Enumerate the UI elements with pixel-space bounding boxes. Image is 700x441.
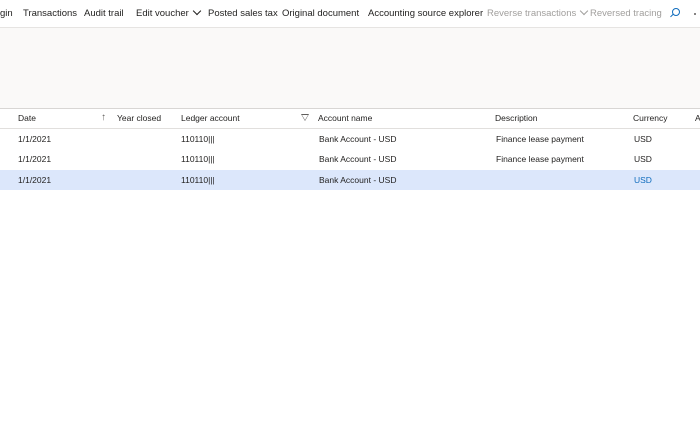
cell-currency: USD xyxy=(634,134,652,144)
cell-account-name: Bank Account - USD xyxy=(319,154,397,164)
cell-ledger-account[interactable]: 110110||| xyxy=(181,129,215,149)
cell-account-name: Bank Account - USD xyxy=(319,175,397,185)
column-header-description[interactable]: Description xyxy=(495,109,538,128)
action-pane: gin Transactions Audit trail Edit vouche… xyxy=(0,0,700,28)
column-header-truncated[interactable]: A xyxy=(695,109,700,128)
cell-ledger-account[interactable]: 110110||| xyxy=(181,149,215,169)
grid-header: Date ↑ Year closed Ledger account Accoun… xyxy=(0,109,700,129)
reverse-transactions-label: Reverse transactions xyxy=(487,8,577,19)
toolbar-item-reverse-transactions[interactable]: Reverse transactions xyxy=(487,0,589,27)
edit-voucher-label: Edit voucher xyxy=(136,8,189,19)
toolbar-item-original-document[interactable]: Original document xyxy=(282,0,359,27)
cell-description: Finance lease payment xyxy=(496,134,584,144)
column-header-date[interactable]: Date xyxy=(18,109,36,128)
column-header-account-name[interactable]: Account name xyxy=(318,109,372,128)
table-row-selected[interactable]: 1/1/2021 110110||| Bank Account - USD US… xyxy=(0,170,700,190)
cell-date: 1/1/2021 xyxy=(18,134,52,144)
header-pane xyxy=(0,28,700,109)
toolbar-item-reversed-tracing[interactable]: Reversed tracing xyxy=(590,0,662,27)
filter-icon[interactable] xyxy=(301,114,309,121)
cell-date: 1/1/2021 xyxy=(18,154,52,164)
toolbar-item-edit-voucher[interactable]: Edit voucher xyxy=(136,0,202,27)
table-row[interactable]: 1/1/2021 110110||| Bank Account - USD Fi… xyxy=(0,149,700,169)
cell-account-name: Bank Account - USD xyxy=(319,134,397,144)
toolbar-item-posted-sales-tax[interactable]: Posted sales tax xyxy=(208,0,278,27)
toolbar-item-transactions[interactable]: Transactions xyxy=(23,0,77,27)
table-row[interactable]: 1/1/2021 110110||| Bank Account - USD Fi… xyxy=(0,129,700,149)
column-header-year-closed[interactable]: Year closed xyxy=(117,109,161,128)
search-icon[interactable] xyxy=(672,8,680,16)
chevron-down-icon xyxy=(579,6,589,16)
sort-ascending-icon[interactable]: ↑ xyxy=(101,112,106,124)
toolbar-item-accounting-source-explorer[interactable]: Accounting source explorer xyxy=(368,0,483,27)
cell-ledger-account[interactable]: 110110||| xyxy=(181,170,215,190)
cell-currency[interactable]: USD xyxy=(634,170,652,190)
toolbar-item-audit-trail[interactable]: Audit trail xyxy=(84,0,124,27)
chevron-down-icon xyxy=(192,6,202,16)
column-header-ledger-account[interactable]: Ledger account xyxy=(181,109,240,128)
cell-currency: USD xyxy=(634,154,652,164)
column-header-currency[interactable]: Currency xyxy=(633,109,667,128)
cell-description: Finance lease payment xyxy=(496,154,584,164)
cell-date: 1/1/2021 xyxy=(18,175,52,185)
toolbar-item-margin[interactable]: gin xyxy=(0,0,13,27)
more-icon[interactable] xyxy=(694,13,696,15)
